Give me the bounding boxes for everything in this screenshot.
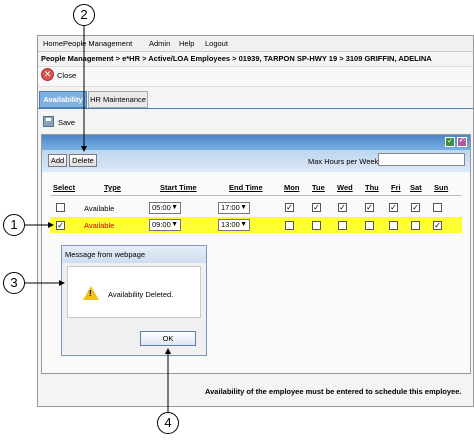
callout-1: 1 [3, 214, 25, 236]
callout-4: 4 [157, 412, 179, 434]
callout-arrows [24, 26, 171, 412]
callout-3: 3 [3, 272, 25, 294]
callout-2: 2 [73, 4, 95, 26]
